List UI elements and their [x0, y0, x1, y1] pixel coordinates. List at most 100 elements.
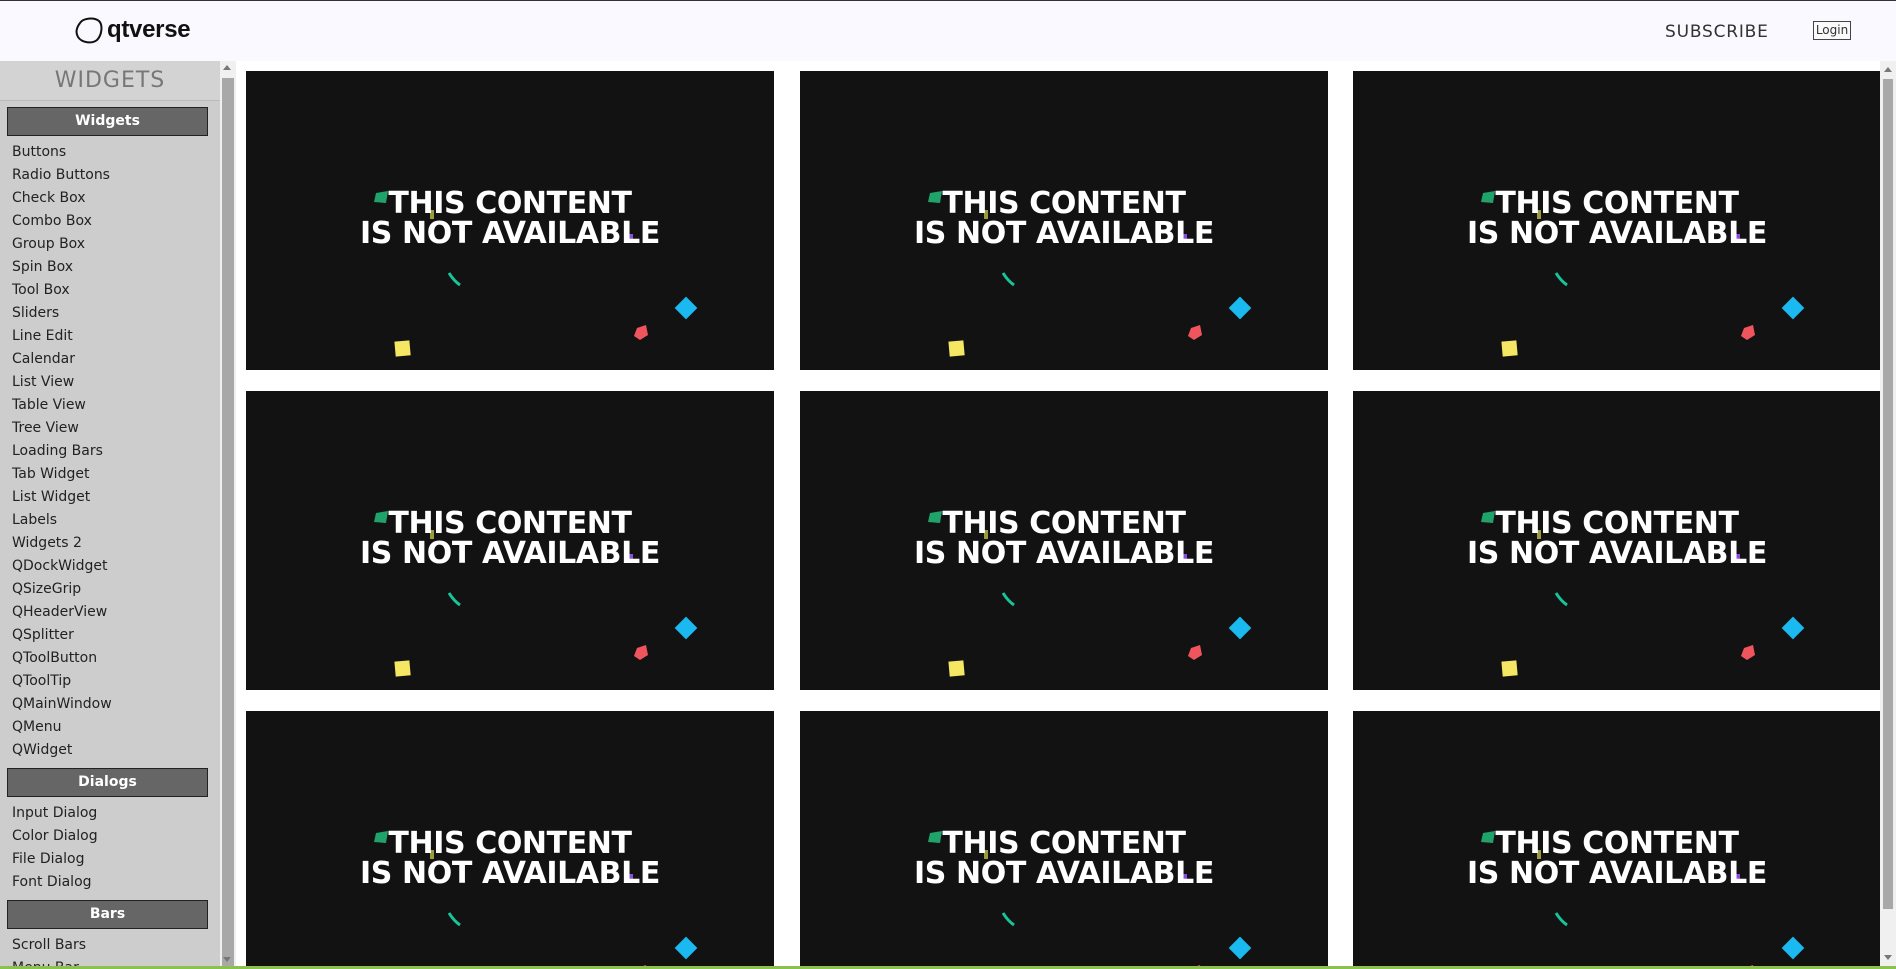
sidebar-item[interactable]: QWidget — [0, 739, 220, 762]
scroll-down-icon[interactable] — [1884, 955, 1892, 960]
unavailable-line-1: THIS CONTENT — [942, 826, 1186, 861]
unavailable-line-2: IS NOT AVAILABLE — [1467, 216, 1767, 251]
sidebar-scroll-thumb[interactable] — [222, 78, 234, 969]
sidebar-item[interactable]: QSplitter — [0, 624, 220, 647]
unavailable-line-2: IS NOT AVAILABLE — [1467, 536, 1767, 571]
unavailable-line-2: IS NOT AVAILABLE — [1467, 856, 1767, 891]
login-button[interactable]: Login — [1813, 21, 1851, 40]
confetti-cyan-icon — [674, 296, 698, 320]
sidebar-item[interactable]: File Dialog — [0, 848, 220, 871]
page-scrollbar[interactable] — [1880, 61, 1896, 966]
unavailable-message: THIS CONTENT IS NOT AVAILABLE — [1353, 509, 1880, 569]
unavailable-message: THIS CONTENT IS NOT AVAILABLE — [246, 829, 774, 889]
confetti-yellow-icon — [394, 660, 411, 677]
confetti-teal-icon — [1554, 272, 1568, 287]
sidebar-section-header[interactable]: Dialogs — [7, 768, 208, 797]
video-placeholder-tile[interactable]: THIS CONTENT IS NOT AVAILABLE — [800, 71, 1328, 370]
unavailable-line-2: IS NOT AVAILABLE — [914, 536, 1214, 571]
sidebar-title: WIDGETS — [0, 61, 220, 101]
sidebar-item[interactable]: Check Box — [0, 187, 220, 210]
sidebar-item[interactable]: Combo Box — [0, 210, 220, 233]
video-placeholder-tile[interactable]: THIS CONTENT IS NOT AVAILABLE — [246, 71, 774, 370]
sidebar-item[interactable]: QSizeGrip — [0, 578, 220, 601]
content-grid: THIS CONTENT IS NOT AVAILABLE THIS CONTENT… — [236, 61, 1880, 966]
confetti-cyan-icon — [674, 616, 698, 640]
confetti-teal-icon — [1001, 912, 1015, 927]
unavailable-line-1: THIS CONTENT — [1495, 506, 1739, 541]
sidebar-section-header[interactable]: Bars — [7, 900, 208, 929]
confetti-teal-icon — [1001, 272, 1015, 287]
sidebar-item[interactable]: QDockWidget — [0, 555, 220, 578]
unavailable-line-1: THIS CONTENT — [942, 186, 1186, 221]
sidebar-item[interactable]: QToolTip — [0, 670, 220, 693]
confetti-red-icon — [1741, 645, 1755, 660]
unavailable-message: THIS CONTENT IS NOT AVAILABLE — [800, 509, 1328, 569]
sidebar-item[interactable]: Font Dialog — [0, 871, 220, 894]
sidebar-item[interactable]: Loading Bars — [0, 440, 220, 463]
confetti-teal-icon — [447, 912, 461, 927]
sidebar-item[interactable]: Tree View — [0, 417, 220, 440]
unavailable-line-2: IS NOT AVAILABLE — [360, 216, 660, 251]
unavailable-message: THIS CONTENT IS NOT AVAILABLE — [246, 189, 774, 249]
site-header: qtverse SUBSCRIBE Login — [0, 1, 1896, 61]
video-placeholder-tile[interactable]: THIS CONTENT IS NOT AVAILABLE — [1353, 71, 1880, 370]
sidebar-item[interactable]: Widgets 2 — [0, 532, 220, 555]
confetti-cyan-icon — [1228, 616, 1252, 640]
sidebar-item[interactable]: QMenu — [0, 716, 220, 739]
sidebar-menu: Widgets Buttons Radio Buttons Check Box Comb… — [0, 107, 220, 966]
subscribe-link[interactable]: SUBSCRIBE — [1665, 22, 1769, 42]
sidebar-item[interactable]: Spin Box — [0, 256, 220, 279]
confetti-yellow-icon — [948, 660, 965, 677]
logo-text: qtverse — [107, 16, 191, 43]
sidebar-item[interactable]: QHeaderView — [0, 601, 220, 624]
video-placeholder-tile[interactable]: THIS CONTENT IS NOT AVAILABLE — [246, 391, 774, 690]
logo[interactable]: qtverse — [74, 15, 191, 45]
confetti-red-icon — [1188, 645, 1202, 660]
page-scroll-thumb[interactable] — [1883, 79, 1893, 909]
confetti-teal-icon — [447, 272, 461, 287]
sidebar-item[interactable]: QMainWindow — [0, 693, 220, 716]
confetti-teal-icon — [1554, 912, 1568, 927]
sidebar-item[interactable]: List View — [0, 371, 220, 394]
sidebar-item[interactable]: Tool Box — [0, 279, 220, 302]
video-placeholder-tile[interactable]: THIS CONTENT IS NOT AVAILABLE — [1353, 711, 1880, 966]
video-placeholder-tile[interactable]: THIS CONTENT IS NOT AVAILABLE — [246, 711, 774, 966]
sidebar-item[interactable]: Menu Bar — [0, 957, 220, 966]
sidebar-item[interactable]: Scroll Bars — [0, 934, 220, 957]
confetti-yellow-icon — [948, 340, 965, 357]
unavailable-message: THIS CONTENT IS NOT AVAILABLE — [1353, 189, 1880, 249]
sidebar-item[interactable]: Calendar — [0, 348, 220, 371]
video-placeholder-tile[interactable]: THIS CONTENT IS NOT AVAILABLE — [800, 711, 1328, 966]
video-placeholder-tile[interactable]: THIS CONTENT IS NOT AVAILABLE — [800, 391, 1328, 690]
sidebar-item[interactable]: Table View — [0, 394, 220, 417]
video-placeholder-tile[interactable]: THIS CONTENT IS NOT AVAILABLE — [1353, 391, 1880, 690]
scroll-up-icon[interactable] — [223, 65, 231, 70]
unavailable-line-1: THIS CONTENT — [388, 826, 632, 861]
scroll-down-icon[interactable] — [223, 957, 231, 962]
sidebar-item[interactable]: Group Box — [0, 233, 220, 256]
sidebar-section-header[interactable]: Widgets — [7, 107, 208, 136]
sidebar-scrollbar[interactable] — [220, 61, 236, 969]
sidebar-item[interactable]: Buttons — [0, 141, 220, 164]
confetti-cyan-icon — [1781, 936, 1805, 960]
unavailable-message: THIS CONTENT IS NOT AVAILABLE — [1353, 829, 1880, 889]
sidebar-list: Scroll BarsMenu Bar — [0, 929, 220, 966]
unavailable-line-2: IS NOT AVAILABLE — [360, 856, 660, 891]
confetti-yellow-icon — [1501, 660, 1518, 677]
unavailable-line-2: IS NOT AVAILABLE — [914, 856, 1214, 891]
logo-icon — [75, 17, 103, 44]
sidebar-item[interactable]: Color Dialog — [0, 825, 220, 848]
sidebar-list: Input Dialog Color Dialog File Dialog Font … — [0, 797, 220, 894]
sidebar-item[interactable]: Labels — [0, 509, 220, 532]
sidebar-item[interactable]: Sliders — [0, 302, 220, 325]
sidebar-item[interactable]: List Widget — [0, 486, 220, 509]
sidebar-item[interactable]: QToolButton — [0, 647, 220, 670]
confetti-red-icon — [1741, 325, 1755, 340]
scroll-up-icon[interactable] — [1884, 67, 1892, 72]
confetti-yellow-icon — [394, 340, 411, 357]
sidebar-item[interactable]: Radio Buttons — [0, 164, 220, 187]
sidebar-item[interactable]: Input Dialog — [0, 802, 220, 825]
sidebar-item[interactable]: Tab Widget — [0, 463, 220, 486]
sidebar-item[interactable]: Line Edit — [0, 325, 220, 348]
unavailable-line-1: THIS CONTENT — [388, 506, 632, 541]
